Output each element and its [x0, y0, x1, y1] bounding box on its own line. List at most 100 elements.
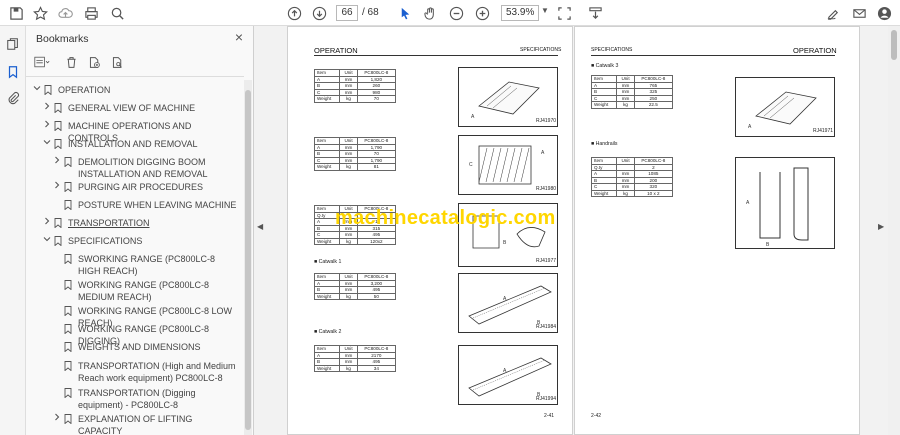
drawing-caption: RJ41971	[813, 128, 834, 134]
bookmark-item[interactable]: WORKING RANGE (PC800LC-8 MEDIUM REACH)	[26, 279, 242, 303]
svg-text:A: A	[746, 200, 750, 206]
bookmark-item[interactable]: EXPLANATION OF LIFTING CAPACITY	[26, 413, 242, 435]
edit-sign-icon[interactable]	[825, 5, 841, 21]
account-icon[interactable]	[876, 5, 892, 21]
page-up-icon[interactable]	[286, 5, 302, 21]
bookmark-item[interactable]: SPECIFICATIONS	[26, 235, 242, 247]
spec-table: Item Unit PC800LC-8 Amm 2170 Bmm 495 Weight kg 34	[313, 345, 397, 372]
bookmark-item[interactable]: OPERATION	[26, 84, 242, 96]
bookmark-item[interactable]: DEMOLITION DIGGING BOOM INSTALLATION AND…	[26, 156, 242, 180]
options-menu-icon[interactable]	[34, 54, 50, 70]
scrollbar-thumb[interactable]	[245, 90, 251, 430]
document-scrollbar[interactable]	[888, 26, 900, 435]
close-icon[interactable]: ×	[235, 29, 243, 45]
spec-table: Item Unit PC800LC-8 Q.ty 2 Amm 1085 Bmm 200 Cmm 32…	[590, 157, 674, 197]
collapse-right-icon[interactable]: ▶	[878, 222, 884, 231]
bookmark-item[interactable]: TRANSPORTATION	[26, 217, 242, 229]
bookmark-label: POSTURE WHEN LEAVING MACHINE	[78, 200, 237, 210]
attachment-icon[interactable]	[5, 90, 21, 106]
chevron-right-icon[interactable]	[52, 413, 62, 425]
bookmark-icon	[64, 182, 72, 193]
bookmark-item[interactable]: MACHINE OPERATIONS AND CONTROLS	[26, 120, 242, 143]
bookmark-label: PURGING AIR PROCEDURES	[78, 182, 204, 192]
technical-drawing: AB	[735, 157, 835, 249]
zoom-out-icon[interactable]	[448, 5, 464, 21]
drawing-caption: RJ41970	[536, 118, 557, 124]
bookmark-label: TRANSPORTATION (Digging equipment) - PC8…	[78, 388, 196, 410]
add-bookmark-icon[interactable]	[86, 54, 102, 70]
bookmark-item[interactable]: POSTURE WHEN LEAVING MACHINE	[26, 199, 242, 211]
page-left: OPERATION SPECIFICATIONS Item Unit PC800LC…	[287, 26, 573, 435]
fit-icon[interactable]	[556, 5, 572, 21]
mail-icon[interactable]	[851, 5, 867, 21]
drawing-caption: RJ41984	[536, 324, 557, 330]
svg-text:A: A	[748, 124, 752, 130]
bookmarks-rail-icon[interactable]	[5, 64, 21, 80]
bookmark-item[interactable]: GENERAL VIEW OF MACHINE	[26, 102, 242, 114]
spec-table: Item Unit PC800LC-8 Amm 3,200 Bmm 495 Weight kg 5…	[313, 273, 397, 300]
document-scrollbar-thumb[interactable]	[891, 30, 897, 60]
bookmark-item[interactable]: WEIGHTS AND DIMENSIONS	[26, 341, 242, 353]
chevron-down-icon[interactable]: ▼	[541, 6, 549, 15]
delete-icon[interactable]	[63, 54, 79, 70]
hand-icon[interactable]	[422, 5, 438, 21]
table-cell: 120x2	[356, 237, 397, 245]
bookmark-label: EXPLANATION OF LIFTING CAPACITY	[78, 414, 193, 435]
save-icon[interactable]	[8, 5, 24, 21]
table-cell: kg	[339, 292, 358, 300]
svg-text:A: A	[503, 368, 507, 374]
bookmark-item[interactable]: PURGING AIR PROCEDURES	[26, 181, 242, 193]
upload-icon[interactable]	[57, 5, 73, 21]
table-cell: Weight	[313, 364, 341, 372]
bookmark-icon	[54, 236, 62, 247]
bookmark-icon	[44, 85, 52, 96]
table-cell: kg	[616, 101, 635, 109]
download-icon[interactable]	[587, 5, 603, 21]
page-number-input[interactable]: 66	[336, 5, 358, 21]
zoom-level-input[interactable]: 53.9%	[501, 5, 539, 21]
table-cell: 34	[356, 364, 397, 372]
chevron-right-icon[interactable]	[42, 217, 52, 229]
table-cell: kg	[339, 237, 358, 245]
collapse-left-icon[interactable]: ◀	[257, 222, 263, 231]
spec-table: Item Unit PC800LC-8 Amm 765 Bmm 325 Cmm 250 Weigh…	[590, 75, 674, 109]
section-bullet: ■ Handrails	[591, 141, 618, 147]
pages-icon[interactable]	[5, 36, 21, 52]
zoom-in-icon[interactable]	[474, 5, 490, 21]
page-header-left: OPERATION	[314, 46, 358, 55]
print-icon[interactable]	[83, 5, 99, 21]
bookmark-label: WEIGHTS AND DIMENSIONS	[78, 342, 201, 352]
bookmark-item[interactable]: TRANSPORTATION (Digging equipment) - PC8…	[26, 387, 242, 411]
chevron-down-icon[interactable]	[42, 235, 52, 247]
divider	[26, 76, 244, 77]
bookmark-item[interactable]: WORKING RANGE (PC800LC-8 LOW REACH)	[26, 305, 242, 328]
page-down-icon[interactable]	[311, 5, 327, 21]
chevron-down-icon[interactable]	[42, 138, 52, 150]
table-cell: Weight	[313, 163, 341, 171]
select-arrow-icon[interactable]	[397, 5, 413, 21]
chevron-down-icon[interactable]	[32, 84, 42, 96]
bookmark-item[interactable]: WORKING RANGE (PC800LC-8 DIGGING)	[26, 323, 242, 346]
bookmark-label: TRANSPORTATION (High and Medium Reach wo…	[78, 361, 236, 383]
section-bullet: ■ Catwalk 1	[314, 259, 342, 265]
bookmark-star-icon[interactable]	[32, 5, 48, 21]
find-bookmark-icon[interactable]	[109, 54, 125, 70]
bookmarks-scrollbar[interactable]	[244, 80, 252, 435]
bookmark-label: TRANSPORTATION	[68, 218, 150, 228]
chevron-right-icon[interactable]	[42, 120, 52, 132]
bookmark-label: INSTALLATION AND REMOVAL	[68, 139, 198, 149]
chevron-right-icon[interactable]	[52, 156, 62, 168]
bookmark-item[interactable]: INSTALLATION AND REMOVAL	[26, 138, 242, 150]
chevron-right-icon[interactable]	[42, 102, 52, 114]
bookmark-item[interactable]: TRANSPORTATION (High and Medium Reach wo…	[26, 360, 242, 384]
table-cell: Weight	[313, 237, 341, 245]
table-cell: kg	[339, 364, 358, 372]
zoom-search-icon[interactable]	[109, 5, 125, 21]
chevron-right-icon[interactable]	[52, 181, 62, 193]
svg-text:B: B	[766, 242, 770, 248]
table-cell: Weight	[313, 95, 341, 103]
table-cell: 81	[356, 163, 397, 171]
bookmark-item[interactable]: SWORKING RANGE (PC800LC-8 HIGH REACH)	[26, 253, 242, 277]
svg-text:A: A	[471, 114, 475, 120]
bookmark-icon	[64, 361, 72, 372]
